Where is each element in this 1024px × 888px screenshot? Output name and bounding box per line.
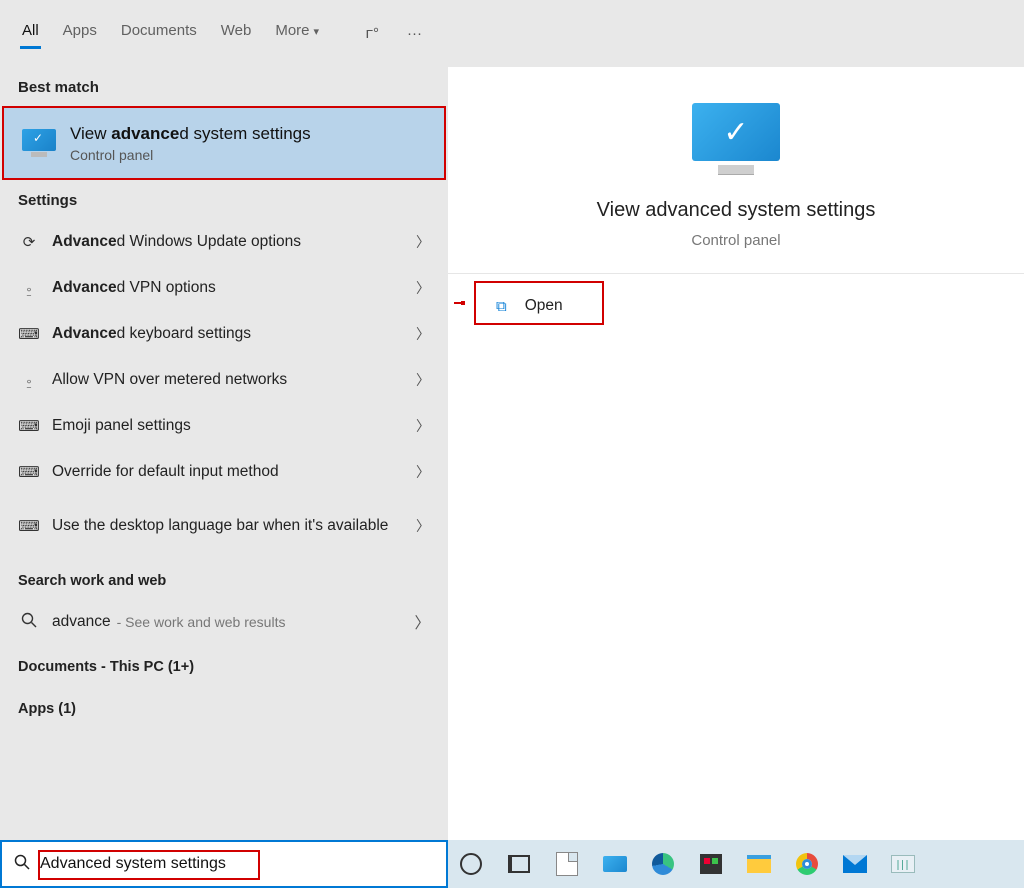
preview-subtitle: Control panel [691, 232, 780, 249]
chevron-right-icon: 〉 [414, 611, 430, 633]
web-search-result[interactable]: advance - See work and web results 〉 [0, 599, 448, 645]
annotation-pointer [454, 302, 464, 304]
web-section-label: Search work and web [0, 557, 448, 599]
chevron-right-icon: 〉 [416, 516, 430, 536]
store-icon[interactable] [696, 849, 726, 879]
chrome-icon[interactable] [792, 849, 822, 879]
chevron-right-icon: 〉 [416, 232, 430, 252]
chevron-right-icon: 〉 [416, 324, 430, 344]
keyboard-icon: ⌨ [18, 325, 40, 343]
apps-section-label[interactable]: Apps (1) [0, 683, 448, 725]
settings-label: Settings [0, 180, 448, 219]
edge-icon[interactable] [648, 849, 678, 879]
filter-tabs: All Apps Documents Web More▾ 𐌲° ··· [0, 0, 448, 67]
file-explorer-icon[interactable] [744, 849, 774, 879]
setting-language-bar[interactable]: ⌨ Use the desktop language bar when it's… [0, 495, 448, 557]
feedback-icon[interactable]: 𐌲° [366, 25, 379, 42]
tab-apps[interactable]: Apps [51, 14, 109, 53]
search-panel: All Apps Documents Web More▾ 𐌲° ··· Best… [0, 0, 1024, 840]
setting-input-override[interactable]: ⌨ Override for default input method 〉 [0, 449, 448, 495]
open-action[interactable]: ⧉ Open [448, 280, 1024, 332]
taskbar [448, 840, 1024, 888]
setting-keyboard[interactable]: ⌨ Advanced keyboard settings 〉 [0, 311, 448, 357]
keyboard-icon: ⌨ [18, 463, 40, 481]
keyboard-icon: ⌨ [18, 417, 40, 435]
cortana-icon[interactable] [456, 849, 486, 879]
task-view-icon[interactable] [504, 849, 534, 879]
preview-pane: ✓ View advanced system settings Control … [448, 67, 1024, 840]
best-match-label: Best match [0, 67, 448, 106]
chevron-right-icon: 〉 [416, 278, 430, 298]
setting-vpn-metered[interactable]: ⍛ Allow VPN over metered networks 〉 [0, 357, 448, 403]
setting-vpn-options[interactable]: ⍛ Advanced VPN options 〉 [0, 265, 448, 311]
best-match-result[interactable]: View advanced system settings Control pa… [2, 106, 446, 180]
system-settings-icon: ✓ [692, 103, 780, 177]
chevron-right-icon: 〉 [416, 370, 430, 390]
tab-all[interactable]: All [10, 14, 51, 53]
best-match-title: View advanced system settings [70, 124, 311, 144]
vpn-icon: ⍛ [18, 280, 40, 297]
refresh-icon: ⟳ [18, 233, 40, 251]
setting-emoji-panel[interactable]: ⌨ Emoji panel settings 〉 [0, 403, 448, 449]
chevron-right-icon: 〉 [416, 462, 430, 482]
more-options-icon[interactable]: ··· [407, 25, 422, 42]
system-settings-icon [22, 129, 56, 157]
keyboard-icon: ⌨ [18, 517, 40, 535]
tab-documents[interactable]: Documents [109, 14, 209, 53]
search-icon [12, 854, 32, 874]
libreoffice-icon[interactable] [552, 849, 582, 879]
monitor-app-icon[interactable] [888, 849, 918, 879]
preview-title: View advanced system settings [597, 199, 876, 222]
best-match-subtitle: Control panel [70, 147, 311, 163]
mail-icon[interactable] [840, 849, 870, 879]
chevron-down-icon: ▾ [314, 26, 320, 38]
search-input[interactable] [40, 855, 420, 873]
documents-section-label[interactable]: Documents - This PC (1+) [0, 645, 448, 683]
settings-monitor-icon[interactable] [600, 849, 630, 879]
setting-windows-update[interactable]: ⟳ Advanced Windows Update options 〉 [0, 219, 448, 265]
vpn-icon: ⍛ [18, 372, 40, 389]
tab-more[interactable]: More▾ [263, 14, 331, 53]
chevron-right-icon: 〉 [416, 416, 430, 436]
annotation-box [474, 281, 604, 325]
search-icon [18, 612, 40, 633]
tab-web[interactable]: Web [209, 14, 264, 53]
results-pane: All Apps Documents Web More▾ 𐌲° ··· Best… [0, 0, 448, 840]
search-box[interactable] [0, 840, 448, 888]
